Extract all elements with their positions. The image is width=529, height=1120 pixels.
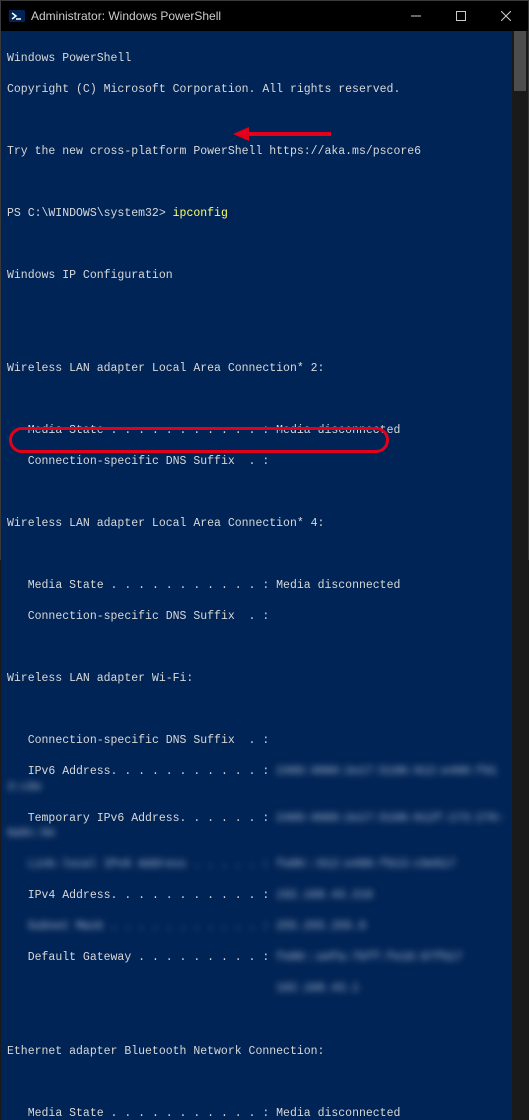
blank-line [7,237,506,253]
adapter-title: Wireless LAN adapter Local Area Connecti… [7,361,506,377]
subnet-label: Subnet Mask . . . . . . . . . . . : [7,920,276,933]
adapter-title: Ethernet adapter Bluetooth Network Conne… [7,1044,506,1060]
gateway-line2: 192.168.43.1 [7,981,506,997]
close-button[interactable] [483,1,528,31]
dns-suffix: Connection-specific DNS Suffix . : [7,733,506,749]
temp-ipv6-label: Temporary IPv6 Address. . . . . . : [7,812,276,825]
blank-line [7,547,506,563]
annotation-arrow-icon [233,125,333,143]
media-state: Media State . . . . . . . . . . . : Medi… [7,1106,506,1120]
blank-line [7,175,506,191]
header-line: Windows PowerShell [7,51,506,67]
ipv6-label: IPv6 Address. . . . . . . . . . . : [7,765,276,778]
adapter-title: Wireless LAN adapter Local Area Connecti… [7,516,506,532]
prompt-path: PS C:\WINDOWS\system32> [7,207,173,220]
try-line: Try the new cross-platform PowerShell ht… [7,144,506,160]
terminal-output[interactable]: Windows PowerShell Copyright (C) Microso… [1,31,512,1120]
blank-line [7,113,506,129]
prompt-line: PS C:\WINDOWS\system32> ipconfig [7,206,506,222]
powershell-window: Administrator: Windows PowerShell Window… [0,0,529,560]
adapter-title: Wireless LAN adapter Wi-Fi: [7,671,506,687]
media-state: Media State . . . . . . . . . . . : Medi… [7,578,506,594]
temp-ipv6-line: Temporary IPv6 Address. . . . . . : 2409… [7,811,506,842]
ipv4-value: 192.168.43.219 [276,889,373,902]
blank-line [7,330,506,346]
command-text: ipconfig [173,207,228,220]
subnet-line: Subnet Mask . . . . . . . . . . . : 255.… [7,919,506,935]
powershell-icon [9,8,25,24]
blank-line [7,1012,506,1028]
dns-suffix: Connection-specific DNS Suffix . : [7,454,506,470]
ipv4-line: IPv4 Address. . . . . . . . . . . : 192.… [7,888,506,904]
gateway-value: fe80::a4fa:7bff:fe16:97f%17 [276,951,462,964]
ipconfig-header: Windows IP Configuration [7,268,506,284]
ipv6-line: IPv6 Address. . . . . . . . . . . : 2409… [7,764,506,795]
titlebar[interactable]: Administrator: Windows PowerShell [1,1,528,31]
window-title: Administrator: Windows PowerShell [31,9,393,23]
blank-line [7,1075,506,1091]
linklocal-line: Link-local IPv6 Address . . . . . : fe80… [7,857,506,873]
blank-line [7,702,506,718]
gateway-label: Default Gateway . . . . . . . . . : [7,951,276,964]
blank-line [7,485,506,501]
ipv4-label: IPv4 Address. . . . . . . . . . . : [7,889,276,902]
linklocal-value: fe80::912:e490:f913:c9e%17 [276,858,455,871]
media-state: Media State . . . . . . . . . . . : Medi… [7,423,506,439]
vertical-scrollbar[interactable] [512,31,528,1120]
minimize-button[interactable] [393,1,438,31]
linklocal-label: Link-local IPv6 Address . . . . . : [7,858,276,871]
gateway-line: Default Gateway . . . . . . . . . : fe80… [7,950,506,966]
blank-line [7,392,506,408]
maximize-button[interactable] [438,1,483,31]
blank-line [7,299,506,315]
window-controls [393,1,528,31]
blank-line [7,640,506,656]
subnet-value: 255.255.255.0 [276,920,366,933]
content-area: Windows PowerShell Copyright (C) Microso… [1,31,528,1120]
copyright-line: Copyright (C) Microsoft Corporation. All… [7,82,506,98]
scrollbar-thumb[interactable] [514,31,526,91]
dns-suffix: Connection-specific DNS Suffix . : [7,609,506,625]
